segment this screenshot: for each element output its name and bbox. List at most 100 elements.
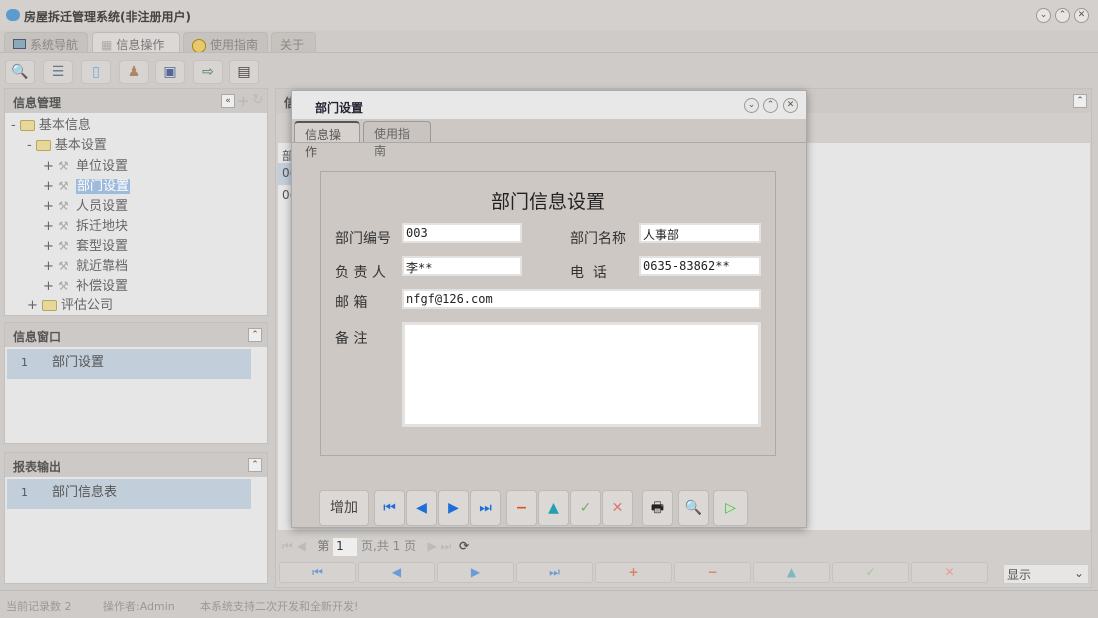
edit-button[interactable]: ▲: [538, 490, 569, 526]
email-label: 邮 箱: [335, 292, 367, 312]
collapse-icon[interactable]: ⌃: [1073, 94, 1087, 108]
tab-guide[interactable]: 使用指南: [183, 32, 268, 52]
page-input[interactable]: 1: [333, 538, 357, 556]
last-page-icon[interactable]: ⏭: [441, 539, 452, 553]
first-page-icon[interactable]: ⏮: [282, 539, 293, 553]
run-button[interactable]: ▷: [713, 490, 748, 526]
email-input[interactable]: nfgf@126.com: [402, 289, 761, 309]
name-input[interactable]: 人事部: [639, 223, 761, 243]
minimize-icon[interactable]: ⌄: [744, 98, 759, 113]
chevron-down-icon: ⌄: [1074, 566, 1084, 580]
tool-icon: ⚒: [58, 216, 72, 236]
folder-icon: [20, 120, 35, 131]
info-window-panel: 信息窗口 ⌃ 1部门设置: [4, 322, 268, 444]
tree-node-appraisal[interactable]: + 评估公司: [27, 296, 113, 316]
cancel-button[interactable]: ✕: [602, 490, 633, 526]
save-record-button[interactable]: ✓: [832, 562, 909, 583]
refresh-icon[interactable]: ↻: [252, 92, 264, 108]
tree-item-compensation[interactable]: + ⚒补偿设置: [43, 276, 128, 296]
note-label: 备 注: [335, 328, 367, 348]
preview-icon: 🔍: [685, 500, 702, 516]
form-title: 部门信息设置: [321, 187, 775, 214]
document-button[interactable]: ▯: [81, 60, 111, 84]
export-button[interactable]: ⇨: [193, 60, 223, 84]
maximize-icon[interactable]: ⌃: [1055, 8, 1070, 23]
first-button[interactable]: ⏮: [374, 490, 405, 526]
pager-prefix: 第: [317, 539, 329, 553]
save-button[interactable]: ✓: [570, 490, 601, 526]
window-button[interactable]: ▤: [229, 60, 259, 84]
prev-icon: ◀: [416, 500, 427, 516]
tree-node-basic-settings[interactable]: - 基本设置: [27, 136, 107, 156]
add-icon[interactable]: +: [237, 92, 250, 110]
tab-label: 使用指南: [210, 38, 258, 52]
prev-button[interactable]: ◀: [406, 490, 437, 526]
last-icon: ⏭: [479, 500, 492, 516]
next-page-icon[interactable]: ▶: [428, 539, 437, 553]
folder-icon: [42, 300, 57, 311]
pager: ⏮ ◀ 第 1 页,共 1 页 ▶ ⏭ ⟳: [282, 537, 469, 556]
tab-system-nav[interactable]: 系统导航: [4, 32, 88, 52]
tree-item-plot[interactable]: + ⚒拆迁地块: [43, 216, 128, 236]
display-select[interactable]: 显示 ⌄: [1003, 564, 1089, 584]
cancel-record-button[interactable]: ✕: [911, 562, 988, 583]
help-icon: [192, 39, 206, 53]
tree-node-basic-info[interactable]: - 基本信息: [11, 116, 91, 136]
user-settings-button[interactable]: ♟: [119, 60, 149, 84]
collapse-left-icon[interactable]: «: [221, 94, 235, 108]
last-record-button[interactable]: ⏭: [516, 562, 593, 583]
minimize-icon[interactable]: ⌄: [1036, 8, 1051, 23]
select-value: 显示: [1007, 568, 1031, 582]
next-button[interactable]: ▶: [438, 490, 469, 526]
maximize-icon[interactable]: ⌃: [763, 98, 778, 113]
list-item[interactable]: 1部门信息表: [7, 479, 251, 509]
add-record-button[interactable]: +: [595, 562, 672, 583]
dialog-title-bar[interactable]: 部门设置 ⌄ ⌃ ✕: [292, 91, 806, 119]
title-bar: 房屋拆迁管理系统(非注册用户) ⌄ ⌃ ✕: [0, 0, 1098, 30]
tree-item-unit[interactable]: + ⚒单位设置: [43, 156, 128, 176]
tree-item-department[interactable]: + ⚒部门设置: [43, 176, 130, 196]
tab-about[interactable]: 关于: [271, 32, 316, 52]
tree-item-type[interactable]: + ⚒套型设置: [43, 236, 128, 256]
grid-icon: ▦: [101, 38, 112, 52]
manager-label: 负 责 人: [335, 262, 386, 282]
tool-icon: ⚒: [58, 176, 72, 196]
collapse-icon[interactable]: ⌃: [248, 328, 262, 342]
pager-suffix: 页,共 1 页: [361, 539, 416, 553]
delete-record-button[interactable]: −: [674, 562, 751, 583]
dialog-tab-info-ops[interactable]: 信息操作: [294, 121, 360, 142]
add-label: 增加: [330, 500, 358, 516]
tab-info-ops[interactable]: ▦信息操作: [92, 32, 180, 52]
list-item[interactable]: 1部门设置: [7, 349, 251, 379]
first-record-button[interactable]: ⏮: [279, 562, 356, 583]
note-textarea[interactable]: [402, 322, 761, 427]
next-record-button[interactable]: ▶: [437, 562, 514, 583]
collapse-icon[interactable]: ⌃: [248, 458, 262, 472]
manager-input[interactable]: 李**: [402, 256, 522, 276]
delete-button[interactable]: −: [506, 490, 537, 526]
check-icon: ✓: [580, 500, 592, 516]
search-button[interactable]: 🔍: [5, 60, 35, 84]
tree-label: 评估公司: [61, 298, 113, 313]
preview-button[interactable]: 🔍: [678, 490, 709, 526]
refresh-icon[interactable]: ⟳: [459, 539, 469, 553]
prev-page-icon[interactable]: ◀: [297, 539, 306, 553]
tree-label: 单位设置: [76, 159, 128, 174]
edit-record-button[interactable]: ▲: [753, 562, 830, 583]
dialog-title: 部门设置: [315, 99, 363, 116]
phone-input[interactable]: 0635-83862**: [639, 256, 761, 276]
add-button[interactable]: 增加: [319, 490, 369, 526]
divider: [292, 142, 806, 143]
print-button[interactable]: 🖶: [642, 490, 673, 526]
close-icon[interactable]: ✕: [1074, 8, 1089, 23]
close-icon[interactable]: ✕: [783, 98, 798, 113]
list-button[interactable]: ☰: [43, 60, 73, 84]
code-input[interactable]: 003: [402, 223, 522, 243]
tree-item-nearby[interactable]: + ⚒就近靠档: [43, 256, 128, 276]
tree-item-staff[interactable]: + ⚒人员设置: [43, 196, 128, 216]
last-button[interactable]: ⏭: [470, 490, 501, 526]
prev-record-button[interactable]: ◀: [358, 562, 435, 583]
monitor-button[interactable]: ▣: [155, 60, 185, 84]
first-icon: ⏮: [383, 500, 396, 516]
dialog-tab-guide[interactable]: 使用指南: [363, 121, 431, 142]
